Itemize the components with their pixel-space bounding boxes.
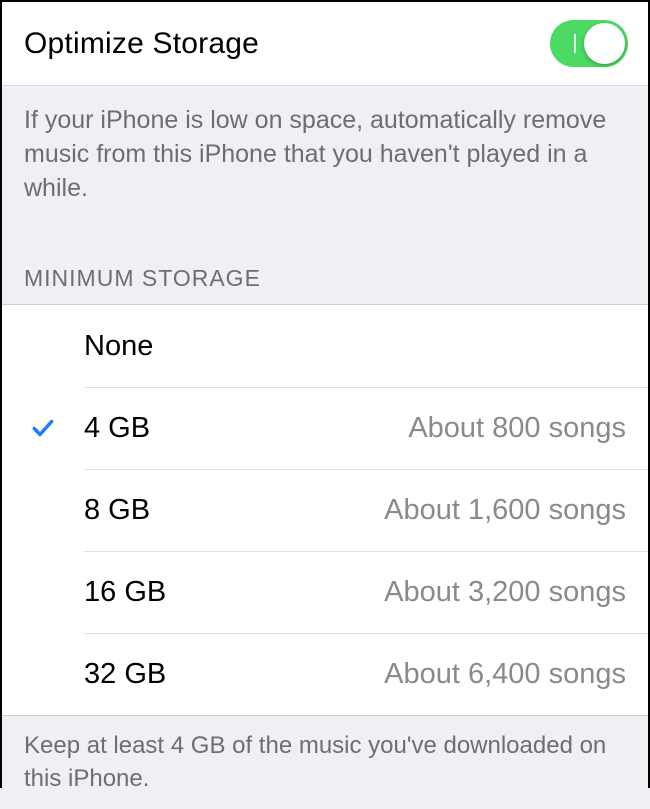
storage-option-none[interactable]: None — [2, 305, 648, 387]
storage-option-detail: About 800 songs — [408, 412, 626, 445]
storage-option-4gb[interactable]: 4 GB About 800 songs — [2, 387, 648, 469]
storage-option-label: 16 GB — [84, 576, 166, 609]
storage-option-label: 8 GB — [84, 494, 150, 527]
storage-option-label: 32 GB — [84, 658, 166, 691]
checkmark-icon — [30, 415, 56, 441]
toggle-knob-icon — [584, 23, 625, 64]
toggle-on-indicator-icon — [574, 34, 576, 53]
checkmark-slot — [2, 415, 84, 441]
optimize-storage-toggle[interactable] — [550, 20, 628, 67]
footer-note: Keep at least 4 GB of the music you've d… — [2, 716, 648, 809]
optimize-storage-row: Optimize Storage — [2, 2, 648, 86]
storage-option-detail: About 1,600 songs — [384, 494, 626, 527]
storage-option-label: None — [84, 330, 153, 363]
storage-option-16gb[interactable]: 16 GB About 3,200 songs — [2, 551, 648, 633]
optimize-storage-description: If your iPhone is low on space, automati… — [2, 86, 648, 213]
optimize-storage-title: Optimize Storage — [24, 27, 259, 61]
storage-option-32gb[interactable]: 32 GB About 6,400 songs — [2, 633, 648, 715]
storage-option-detail: About 3,200 songs — [384, 576, 626, 609]
storage-option-label: 4 GB — [84, 412, 150, 445]
storage-option-8gb[interactable]: 8 GB About 1,600 songs — [2, 469, 648, 551]
minimum-storage-list: None 4 GB About 800 songs 8 GB About 1,6… — [2, 304, 648, 716]
section-header-minimum-storage: MINIMUM STORAGE — [2, 213, 648, 304]
storage-option-detail: About 6,400 songs — [384, 658, 626, 691]
